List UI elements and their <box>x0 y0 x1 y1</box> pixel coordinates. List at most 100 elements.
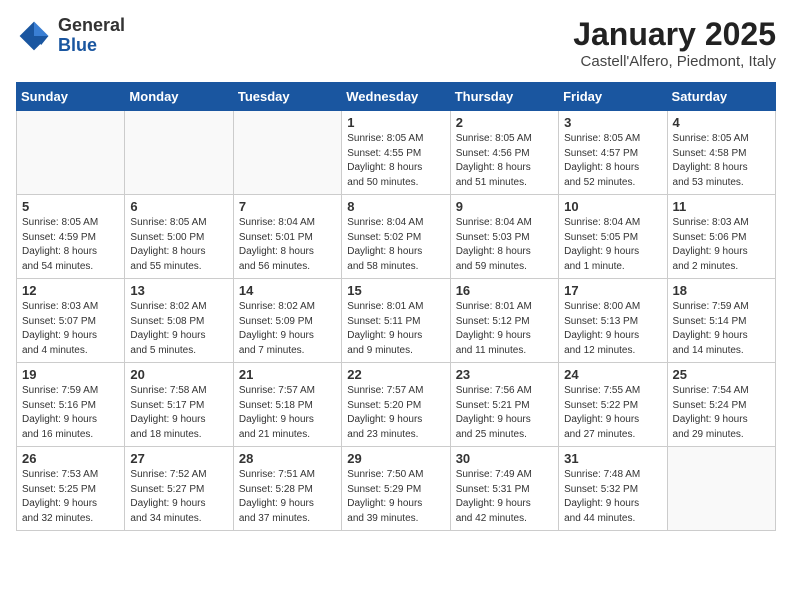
calendar-cell <box>125 111 233 195</box>
day-info: Sunrise: 7:58 AM Sunset: 5:17 PM Dayligh… <box>130 384 227 442</box>
day-info: Sunrise: 7:59 AM Sunset: 5:14 PM Dayligh… <box>673 300 770 358</box>
day-info: Sunrise: 8:01 AM Sunset: 5:11 PM Dayligh… <box>347 300 444 358</box>
day-info: Sunrise: 8:00 AM Sunset: 5:13 PM Dayligh… <box>564 300 661 358</box>
logo-icon <box>16 18 52 54</box>
day-info: Sunrise: 7:50 AM Sunset: 5:29 PM Dayligh… <box>347 468 444 526</box>
calendar-cell: 19Sunrise: 7:59 AM Sunset: 5:16 PM Dayli… <box>17 363 125 447</box>
title-block: January 2025 Castell'Alfero, Piedmont, I… <box>573 16 776 70</box>
day-info: Sunrise: 8:04 AM Sunset: 5:05 PM Dayligh… <box>564 216 661 274</box>
calendar-cell: 23 Sunrise: 7:56 AM Sunset: 5:21 PM Dayli… <box>450 363 558 447</box>
calendar-body: 1 Sunrise: 8:05 AM Sunset: 4:55 PM Daylig… <box>17 111 776 531</box>
calendar-week-row: 26 Sunrise: 7:53 AM Sunset: 5:25 PM Dayli… <box>17 447 776 531</box>
calendar-cell: 15Sunrise: 8:01 AM Sunset: 5:11 PM Dayli… <box>342 279 450 363</box>
day-number: 29 <box>347 451 444 466</box>
day-number: 21 <box>239 367 336 382</box>
calendar-cell: 31 Sunrise: 7:48 AM Sunset: 5:32 PM Dayli… <box>559 447 667 531</box>
weekday-header: Thursday <box>450 83 558 111</box>
day-info: Sunrise: 7:51 AM Sunset: 5:28 PM Dayligh… <box>239 468 336 526</box>
day-number: 4 <box>673 115 770 130</box>
calendar-week-row: 12Sunrise: 8:03 AM Sunset: 5:07 PM Dayli… <box>17 279 776 363</box>
day-info: Sunrise: 7:59 AM Sunset: 5:16 PM Dayligh… <box>22 384 119 442</box>
day-number: 1 <box>347 115 444 130</box>
weekday-header: Sunday <box>17 83 125 111</box>
day-info: Sunrise: 8:05 AM Sunset: 4:59 PM Dayligh… <box>22 216 119 274</box>
day-info: Sunrise: 7:56 AM Sunset: 5:21 PM Dayligh… <box>456 384 553 442</box>
day-number: 23 <box>456 367 553 382</box>
calendar-cell: 25Sunrise: 7:54 AM Sunset: 5:24 PM Dayli… <box>667 363 775 447</box>
weekday-header: Wednesday <box>342 83 450 111</box>
day-number: 25 <box>673 367 770 382</box>
calendar-cell: 17 Sunrise: 8:00 AM Sunset: 5:13 PM Dayli… <box>559 279 667 363</box>
calendar-cell: 12Sunrise: 8:03 AM Sunset: 5:07 PM Dayli… <box>17 279 125 363</box>
calendar-cell: 14Sunrise: 8:02 AM Sunset: 5:09 PM Dayli… <box>233 279 341 363</box>
day-number: 10 <box>564 199 661 214</box>
day-info: Sunrise: 7:48 AM Sunset: 5:32 PM Dayligh… <box>564 468 661 526</box>
calendar-cell: 2 Sunrise: 8:05 AM Sunset: 4:56 PM Daylig… <box>450 111 558 195</box>
day-number: 27 <box>130 451 227 466</box>
day-info: Sunrise: 8:04 AM Sunset: 5:03 PM Dayligh… <box>456 216 553 274</box>
day-number: 16 <box>456 283 553 298</box>
day-number: 6 <box>130 199 227 214</box>
weekday-header: Saturday <box>667 83 775 111</box>
day-info: Sunrise: 8:03 AM Sunset: 5:06 PM Dayligh… <box>673 216 770 274</box>
day-number: 28 <box>239 451 336 466</box>
calendar-cell: 7Sunrise: 8:04 AM Sunset: 5:01 PM Daylig… <box>233 195 341 279</box>
day-info: Sunrise: 8:02 AM Sunset: 5:09 PM Dayligh… <box>239 300 336 358</box>
calendar-cell: 6 Sunrise: 8:05 AM Sunset: 5:00 PM Daylig… <box>125 195 233 279</box>
calendar-cell: 26 Sunrise: 7:53 AM Sunset: 5:25 PM Dayli… <box>17 447 125 531</box>
day-number: 30 <box>456 451 553 466</box>
day-number: 8 <box>347 199 444 214</box>
day-info: Sunrise: 7:49 AM Sunset: 5:31 PM Dayligh… <box>456 468 553 526</box>
day-number: 26 <box>22 451 119 466</box>
calendar-cell: 30 Sunrise: 7:49 AM Sunset: 5:31 PM Dayli… <box>450 447 558 531</box>
day-number: 5 <box>22 199 119 214</box>
weekday-header: Friday <box>559 83 667 111</box>
day-number: 31 <box>564 451 661 466</box>
calendar-cell: 28 Sunrise: 7:51 AM Sunset: 5:28 PM Dayli… <box>233 447 341 531</box>
day-number: 24 <box>564 367 661 382</box>
weekday-row: SundayMondayTuesdayWednesdayThursdayFrid… <box>17 83 776 111</box>
day-info: Sunrise: 7:55 AM Sunset: 5:22 PM Dayligh… <box>564 384 661 442</box>
day-info: Sunrise: 7:52 AM Sunset: 5:27 PM Dayligh… <box>130 468 227 526</box>
calendar-cell: 29 Sunrise: 7:50 AM Sunset: 5:29 PM Dayli… <box>342 447 450 531</box>
calendar-cell <box>667 447 775 531</box>
weekday-header: Monday <box>125 83 233 111</box>
calendar-cell: 10 Sunrise: 8:04 AM Sunset: 5:05 PM Dayli… <box>559 195 667 279</box>
day-info: Sunrise: 7:53 AM Sunset: 5:25 PM Dayligh… <box>22 468 119 526</box>
day-info: Sunrise: 8:02 AM Sunset: 5:08 PM Dayligh… <box>130 300 227 358</box>
day-number: 2 <box>456 115 553 130</box>
calendar-cell: 18Sunrise: 7:59 AM Sunset: 5:14 PM Dayli… <box>667 279 775 363</box>
day-number: 11 <box>673 199 770 214</box>
weekday-header: Tuesday <box>233 83 341 111</box>
day-info: Sunrise: 7:57 AM Sunset: 5:18 PM Dayligh… <box>239 384 336 442</box>
calendar-table: SundayMondayTuesdayWednesdayThursdayFrid… <box>16 82 776 531</box>
calendar-cell: 21 Sunrise: 7:57 AM Sunset: 5:18 PM Dayli… <box>233 363 341 447</box>
day-info: Sunrise: 8:01 AM Sunset: 5:12 PM Dayligh… <box>456 300 553 358</box>
day-info: Sunrise: 8:05 AM Sunset: 4:56 PM Dayligh… <box>456 132 553 190</box>
day-info: Sunrise: 8:05 AM Sunset: 4:58 PM Dayligh… <box>673 132 770 190</box>
calendar-cell: 24 Sunrise: 7:55 AM Sunset: 5:22 PM Dayli… <box>559 363 667 447</box>
day-info: Sunrise: 8:05 AM Sunset: 4:57 PM Dayligh… <box>564 132 661 190</box>
calendar-week-row: 1 Sunrise: 8:05 AM Sunset: 4:55 PM Daylig… <box>17 111 776 195</box>
calendar-cell: 9 Sunrise: 8:04 AM Sunset: 5:03 PM Daylig… <box>450 195 558 279</box>
day-info: Sunrise: 8:05 AM Sunset: 5:00 PM Dayligh… <box>130 216 227 274</box>
day-info: Sunrise: 8:05 AM Sunset: 4:55 PM Dayligh… <box>347 132 444 190</box>
calendar-cell: 4 Sunrise: 8:05 AM Sunset: 4:58 PM Daylig… <box>667 111 775 195</box>
calendar-week-row: 19Sunrise: 7:59 AM Sunset: 5:16 PM Dayli… <box>17 363 776 447</box>
calendar-cell: 11 Sunrise: 8:03 AM Sunset: 5:06 PM Dayli… <box>667 195 775 279</box>
day-number: 17 <box>564 283 661 298</box>
logo: General Blue <box>16 16 125 56</box>
day-number: 20 <box>130 367 227 382</box>
day-info: Sunrise: 8:03 AM Sunset: 5:07 PM Dayligh… <box>22 300 119 358</box>
day-number: 9 <box>456 199 553 214</box>
calendar-cell: 20 Sunrise: 7:58 AM Sunset: 5:17 PM Dayli… <box>125 363 233 447</box>
calendar-cell: 3 Sunrise: 8:05 AM Sunset: 4:57 PM Daylig… <box>559 111 667 195</box>
logo-text: General Blue <box>58 16 125 56</box>
day-number: 13 <box>130 283 227 298</box>
calendar-cell <box>233 111 341 195</box>
day-number: 3 <box>564 115 661 130</box>
calendar-cell: 5 Sunrise: 8:05 AM Sunset: 4:59 PM Daylig… <box>17 195 125 279</box>
day-info: Sunrise: 8:04 AM Sunset: 5:02 PM Dayligh… <box>347 216 444 274</box>
calendar-title: January 2025 <box>573 16 776 53</box>
calendar-cell <box>17 111 125 195</box>
